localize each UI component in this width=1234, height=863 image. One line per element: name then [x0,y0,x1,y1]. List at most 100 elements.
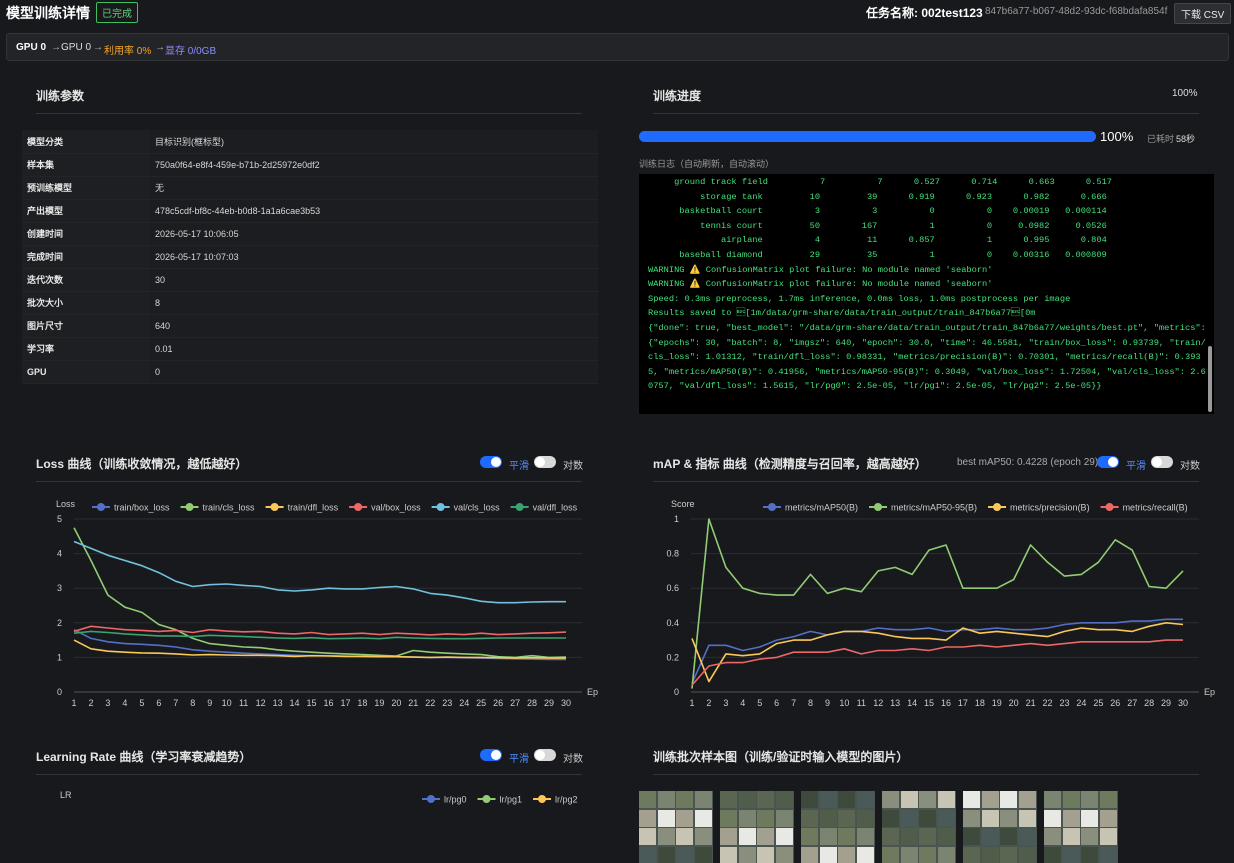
sample-thumbnail[interactable] [963,791,1037,863]
x-tick-label: 5 [139,698,144,708]
param-value: 8 [150,291,598,315]
x-tick-label: 8 [190,698,195,708]
sample-tile [919,809,936,827]
log-scrollbar[interactable] [1208,346,1212,412]
param-value: 目标识别(框标型) [150,130,598,154]
sample-thumbnail[interactable] [720,791,794,863]
legend-marker [436,503,445,511]
series-line [691,618,1183,684]
sample-tile [775,828,793,845]
legend-label: val/cls_loss [454,503,501,513]
x-tick-label: 10 [839,698,849,708]
sample-tile [657,809,675,827]
training-log[interactable]: ground track field 7 7 0.527 0.714 0.663… [639,174,1214,414]
params-row: GPU 0 [22,360,598,384]
map-smooth-toggle[interactable] [1097,456,1119,468]
status-badge: 已完成 [96,2,138,23]
x-tick-label: 11 [857,698,866,708]
sample-tile [738,809,756,827]
series-line [73,630,566,640]
log-line: basketball court 3 3 0 0 0.00019 0.00011… [648,206,1107,217]
x-tick-label: 28 [527,698,537,708]
x-tick-label: 25 [476,698,486,708]
log-line: storage tank 10 39 0.919 0.923 0.982 0.6… [648,191,1107,202]
params-row: 模型分类 目标识别(框标型) [22,130,598,154]
x-tick-label: 12 [873,698,883,708]
sample-tile [919,791,936,808]
sample-tile [1018,791,1036,808]
sample-thumbnail[interactable] [882,791,956,863]
x-tick-label: 30 [561,698,571,708]
lr-smooth-toggle[interactable] [480,749,502,761]
params-row: 迭代次数 30 [22,268,598,292]
sample-tile [657,791,675,808]
param-value: 640 [150,314,598,338]
loss-smooth-label: 平滑 [509,461,529,472]
map-log-toggle[interactable] [1151,456,1173,468]
sample-tile [639,809,656,827]
sample-thumbnail[interactable] [1044,791,1118,863]
param-label: 样本集 [22,153,150,177]
x-tick-label: 27 [1127,698,1137,708]
log-line: ground track field 7 7 0.527 0.714 0.663… [648,177,1112,187]
divider [653,481,1199,482]
x-tick-label: 6 [774,698,779,708]
param-label: 图片尺寸 [22,314,150,338]
y-axis-label: LR [60,790,72,800]
x-tick-label: 8 [808,698,813,708]
param-value: 0.01 [150,337,598,361]
sample-tile [900,828,918,845]
download-csv-button[interactable]: 下载 CSV [1174,3,1232,24]
x-tick-label: 23 [442,698,452,708]
y-tick-label: 0.6 [666,583,679,593]
param-label: 迭代次数 [22,268,150,292]
divider [653,774,1199,775]
sample-tile [882,809,899,827]
x-tick-label: 17 [340,698,350,708]
params-row: 样本集 750a0f64-e8f4-459e-b71b-2d25972e0df2 [22,153,598,177]
legend-label: metrics/recall(B) [1123,503,1188,513]
series-line [691,639,1183,686]
series-line [73,540,566,604]
x-tick-label: 2 [706,698,711,708]
series-line [691,622,1184,683]
sample-tile [1044,809,1061,827]
sample-tile [657,846,675,863]
sample-tile [1081,828,1098,845]
sample-tile [937,846,955,863]
loss-chart-title: Loss 曲线（训练收敛情况，越低越好） [36,457,248,471]
sample-tile [757,791,774,808]
sample-tile [1018,828,1036,845]
param-label: GPU [22,360,150,384]
x-tick-label: 9 [207,698,212,708]
sample-tile [694,828,712,845]
y-axis-label: Loss [56,499,76,509]
x-tick-label: 20 [391,698,401,708]
x-tick-label: 7 [173,698,178,708]
sample-thumbnail[interactable] [801,791,875,863]
x-tick-label: 18 [975,698,985,708]
sample-tile [981,791,999,808]
sample-tile [819,809,837,827]
log-line: airplane 4 11 0.857 1 0.995 0.804 [648,235,1107,246]
loss-smooth-toggle[interactable] [480,456,502,468]
param-value: 无 [150,176,598,200]
sample-tile [1081,846,1098,863]
sample-tile [919,828,936,845]
lr-log-toggle[interactable] [534,749,556,761]
sample-tile [1044,791,1061,808]
sample-tile [856,828,874,845]
params-row: 完成时间 2026-05-17 10:07:03 [22,245,598,269]
x-tick-label: 24 [1076,698,1086,708]
samples-title: 训练批次样本图（训练/验证时输入模型的图片） [653,750,909,764]
sample-tile [801,846,818,863]
x-tick-label: 1 [71,698,76,708]
param-value: 750a0f64-e8f4-459e-b71b-2d25972e0df2 [150,153,598,177]
loss-chart: Loss0123451 2 3 4 5 6 7 8 9 10 11 12 13 14 15 16 17 18 19 2… [56,499,598,708]
sample-tile [1062,846,1080,863]
progress-title: 训练进度 [653,89,702,103]
loss-log-toggle[interactable] [534,456,556,468]
sample-tile [1018,846,1036,863]
sample-thumbnail[interactable] [639,791,713,863]
sample-tile [856,809,874,827]
